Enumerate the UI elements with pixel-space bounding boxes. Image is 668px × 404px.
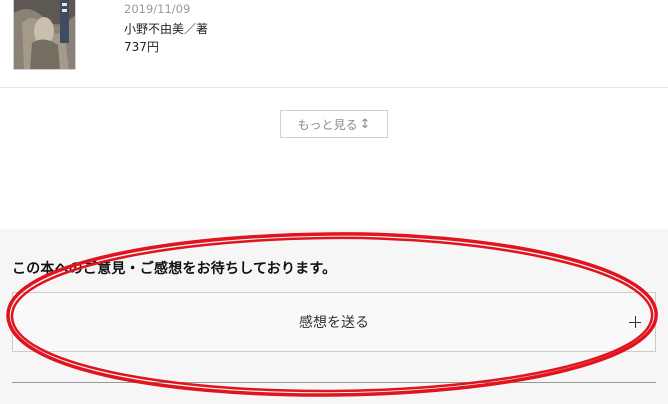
up-down-arrow-icon: ↕ <box>359 116 371 132</box>
feedback-heading: この本へのご意見・ご感想をお待ちしております。 <box>12 261 337 277</box>
more-button-label: もっと見る <box>297 117 358 132</box>
send-feedback-label: 感想を送る <box>299 315 369 331</box>
book-author[interactable]: 小野不由美／著 <box>124 20 208 37</box>
section-divider <box>12 382 656 383</box>
book-release-date: 2019/11/09 <box>124 2 191 16</box>
book-price: 737円 <box>124 40 159 54</box>
page: 2019/11/09 小野不由美／著 737円 もっと見る ↕ この本へのご意見… <box>0 0 668 404</box>
book-cover-image[interactable] <box>13 0 76 70</box>
send-feedback-toggle[interactable]: 感想を送る <box>12 292 656 352</box>
book-list-item[interactable]: 2019/11/09 小野不由美／著 737円 <box>0 0 668 88</box>
feedback-section: この本へのご意見・ご感想をお待ちしております。 感想を送る <box>0 229 668 404</box>
plus-icon[interactable] <box>629 316 641 328</box>
more-button[interactable]: もっと見る ↕ <box>280 110 388 138</box>
